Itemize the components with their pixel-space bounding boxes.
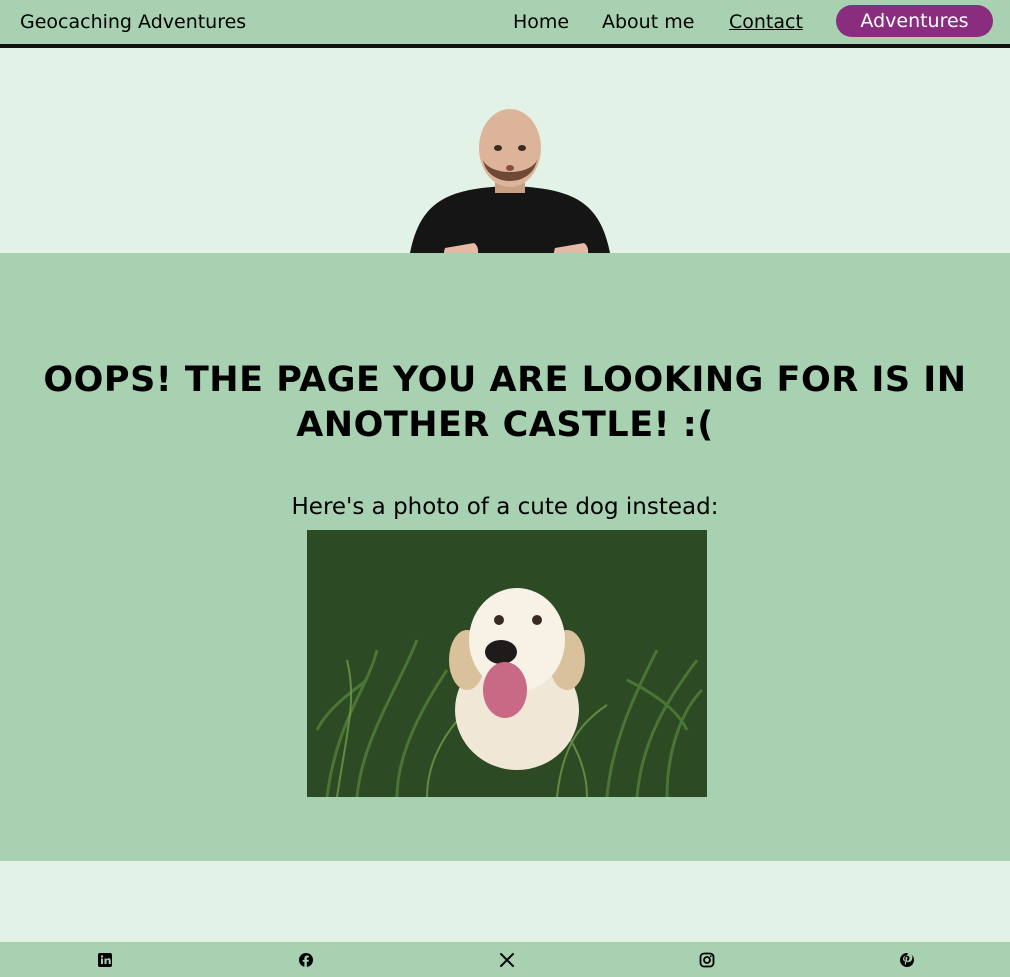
pinterest-icon[interactable]	[899, 952, 915, 968]
error-content: OOPS! THE PAGE YOU ARE LOOKING FOR IS IN…	[0, 253, 1010, 861]
nav-about-link[interactable]: About me	[602, 10, 694, 34]
nav-contact-link[interactable]: Contact	[729, 10, 803, 34]
nav-home-link[interactable]: Home	[513, 10, 569, 34]
error-heading: OOPS! THE PAGE YOU ARE LOOKING FOR IS IN…	[43, 360, 967, 446]
facebook-icon[interactable]	[298, 952, 314, 968]
linkedin-icon[interactable]	[97, 952, 113, 968]
page-spacer	[0, 861, 1010, 942]
main-nav: Home About me Contact Adventures	[0, 5, 1010, 37]
x-icon[interactable]	[499, 952, 515, 968]
site-footer	[0, 942, 1010, 977]
error-subtitle: Here's a photo of a cute dog instead:	[291, 494, 719, 520]
golden-retriever-in-grass-icon	[307, 530, 707, 797]
hero-section	[0, 48, 1010, 270]
site-header: Geocaching Adventures Home About me Cont…	[0, 0, 1010, 48]
instagram-icon[interactable]	[699, 952, 715, 968]
adventures-button[interactable]: Adventures	[836, 5, 993, 37]
